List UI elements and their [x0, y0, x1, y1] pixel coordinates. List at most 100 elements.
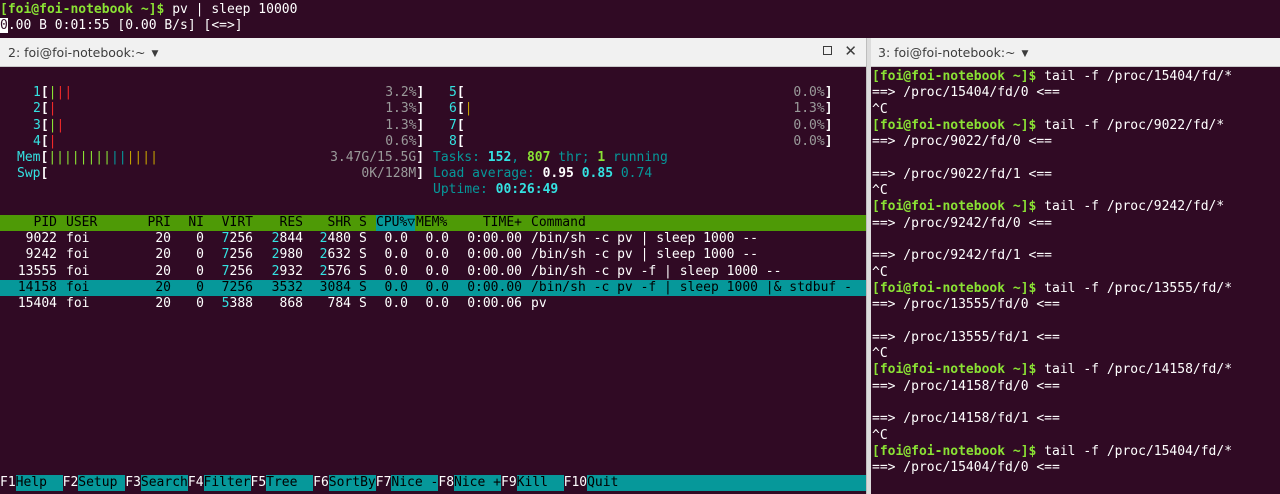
column-header-command[interactable]: Command — [531, 215, 586, 231]
column-header-user[interactable]: USER — [66, 215, 97, 231]
process-row[interactable]: 13555 foi 20 0 7256 2932 2576 S 0.0 0.0 0:00.00/bi… — [0, 264, 866, 280]
digit-rest: 084 — [327, 279, 351, 295]
digit-highlight: 2 — [271, 263, 280, 279]
column-header-shr[interactable]: SHR — [328, 215, 351, 231]
fkey-f8[interactable]: F8Nice + — [438, 475, 501, 492]
terminal-line: [foi@foi-notebook ~]$ tail -f /proc/9242… — [872, 199, 1224, 215]
mem-bar-segment: | — [110, 150, 119, 165]
digit-rest: 632 — [327, 247, 351, 263]
column-header-res[interactable]: RES — [280, 215, 303, 231]
terminal-output: ==> /proc/15404/fd/0 <== — [872, 460, 1060, 476]
terminal-line: ==> /proc/9022/fd/0 <== — [872, 134, 1052, 150]
column-header-pid[interactable]: PID — [34, 215, 57, 231]
column-header-mem[interactable]: MEM% — [416, 215, 447, 231]
shell-command: pv | sleep 10000 — [164, 2, 298, 17]
left-pane-titlebar[interactable]: 2: foi@foi-notebook:~ ▼ ✕ — [0, 38, 866, 67]
tasks-separator: , — [511, 150, 527, 165]
column-header-ni[interactable]: NI — [188, 215, 204, 231]
digit-highlight: 2 — [319, 247, 328, 263]
fkey-label: SortBy — [328, 475, 376, 492]
fkey-f9[interactable]: F9Kill — [501, 475, 564, 492]
digit-rest: 256 — [229, 247, 253, 263]
terminal-output: ==> /proc/13555/fd/1 <== — [872, 329, 1060, 345]
terminal-line: ==> /proc/9242/fd/0 <== — [872, 216, 1052, 232]
cpu-number: 5 — [449, 85, 457, 100]
fkey-label: Tree — [266, 475, 314, 492]
right-terminal[interactable]: [foi@foi-notebook ~]$ tail -f /proc/1540… — [871, 67, 1280, 494]
cpu-percent: 1.3% — [793, 101, 825, 117]
right-pane-title[interactable]: 3: foi@foi-notebook:~ ▼ — [878, 45, 1028, 60]
meter-gap — [56, 134, 385, 149]
fkey-number: F10 — [563, 475, 588, 490]
right-pane-titlebar[interactable]: 3: foi@foi-notebook:~ ▼ — [870, 38, 1280, 67]
process-cpu: 0.0 — [384, 231, 408, 246]
column-header-virt[interactable]: VIRT — [222, 215, 253, 231]
column-header-cpu[interactable]: CPU%▽ — [376, 215, 416, 232]
fkey-f4[interactable]: F4Filter — [188, 475, 251, 492]
fkey-f7[interactable]: F7Nice - — [376, 475, 439, 492]
cpu-bar-segment: | — [64, 85, 73, 100]
mem-bar: |||||||||||||| — [48, 150, 158, 165]
swp-value: 0K/128M — [361, 166, 417, 181]
column-header-s[interactable]: S — [359, 215, 367, 231]
terminal-output: ^C — [872, 183, 888, 199]
process-ni: 0 — [196, 247, 204, 263]
column-header-pri[interactable]: PRI — [148, 215, 171, 231]
cpu-meter-2: 2[| 1.3%] — [33, 101, 424, 117]
maximize-icon[interactable] — [823, 46, 832, 55]
meter-bracket: [ — [40, 117, 49, 133]
digit-rest: 868 — [279, 296, 303, 312]
meter-gap — [56, 101, 385, 116]
meter-bracket: ] — [416, 101, 425, 117]
process-table-header[interactable]: PID USER PRI NI VIRT RES SHR S CPU%▽ MEM% TIME+ Com… — [0, 215, 866, 232]
fkey-label: Nice + — [454, 475, 501, 492]
process-user: foi — [66, 263, 90, 279]
digit-highlight: 7 — [221, 279, 230, 295]
mem-bar-segment: | — [56, 150, 64, 165]
cpu-percent: 0.6% — [385, 133, 417, 149]
process-row[interactable]: 9022 foi 20 0 7256 2844 2480 S 0.0 0.0 0:00.00/bin… — [0, 231, 866, 247]
column-header-time[interactable]: TIME+ — [483, 215, 522, 231]
close-icon[interactable]: ✕ — [844, 42, 857, 60]
process-shr: 2480 — [320, 231, 351, 247]
fkey-f3[interactable]: F3Search — [125, 475, 188, 492]
process-row[interactable]: 15404 foi 20 0 5388 868 784 S 0.0 0.0 0:00.06 pv — [0, 296, 866, 312]
process-row[interactable]: 14158 foi 20 0 7256 3532 3084 S 0.0 0.0 0:00.00/bi… — [0, 280, 866, 296]
process-cmd: /bin/sh -c pv | sleep 1000 -- — [531, 231, 758, 246]
meter-bracket: ] — [824, 117, 833, 133]
swp-meter: Swp[ 0K/128M] — [17, 166, 425, 181]
terminal-line: ==> /proc/13555/fd/1 <== — [872, 330, 1060, 346]
tasks-meter: Tasks: 152, 807 thr; 1 running — [433, 150, 668, 166]
process-pri: 20 — [155, 296, 171, 312]
fkey-f10[interactable]: F10Quit — [563, 475, 866, 492]
digit-highlight: 2 — [271, 247, 280, 263]
meter-gap — [465, 85, 794, 100]
mem-bar-segment: | — [48, 150, 57, 165]
terminal-line: ==> /proc/15404/fd/0 <== — [872, 460, 1060, 476]
meter-bracket: ] — [416, 117, 425, 133]
cpu-number: 8 — [449, 133, 457, 149]
terminal-output: ==> /proc/13555/fd/0 <== — [872, 297, 1060, 313]
load-15: 0.74 — [620, 166, 653, 181]
cpu-meter-4: 4[| 0.6%] — [33, 134, 424, 150]
digit-rest: 576 — [327, 263, 351, 279]
fkey-number: F9 — [501, 475, 517, 490]
terminal-line: [foi@foi-notebook ~]$ tail -f /proc/1540… — [872, 69, 1232, 85]
top-terminal[interactable]: [foi@foi-notebook ~]$ pv | sleep 10000 0… — [0, 0, 1280, 38]
fkey-f5[interactable]: F5Tree — [251, 475, 314, 492]
process-row[interactable]: 9242 foi 20 0 7256 2980 2632 S 0.0 0.0 0:00.00/bin… — [0, 247, 866, 263]
chevron-down-icon[interactable]: ▼ — [152, 49, 159, 59]
process-ni: 0 — [196, 263, 204, 279]
fkey-f6[interactable]: F6SortBy — [313, 475, 376, 492]
fkey-f2[interactable]: F2Setup — [63, 475, 126, 492]
fkey-number: F1 — [0, 475, 16, 490]
process-virt: 5388 — [222, 296, 253, 312]
process-virt: 7256 — [222, 280, 253, 296]
fkey-number: F3 — [125, 475, 141, 490]
chevron-down-icon[interactable]: ▼ — [1022, 49, 1029, 59]
fkey-f1[interactable]: F1Help — [0, 475, 63, 492]
htop-pane[interactable]: 1[||| 3.2%] 2[| 1.3%] 3[|| 1.3%] 4[| 0.6%] — [0, 67, 866, 494]
cpu-meter-6: 6[| 1.3%] — [449, 101, 833, 117]
function-key-bar[interactable]: F1Help F2Setup F3SearchF4FilterF5Tree F6… — [0, 475, 866, 492]
left-pane-title[interactable]: 2: foi@foi-notebook:~ ▼ — [8, 45, 158, 60]
